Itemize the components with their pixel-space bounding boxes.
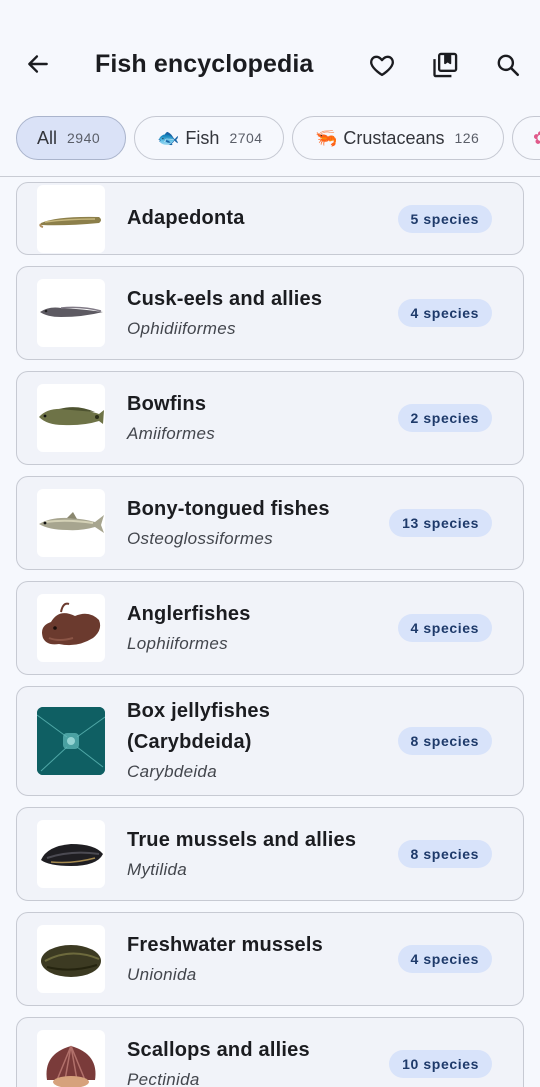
group-name: Scallops and allies [127, 1039, 310, 1061]
scientific-name: Unionida [127, 965, 197, 984]
group-name: Bony-tongued fishes [127, 498, 330, 520]
chip-count: 126 [454, 130, 480, 146]
scientific-name: Pectinida [127, 1070, 200, 1087]
scientific-name: Mytilida [127, 860, 188, 879]
chip-more[interactable]: ✿ [512, 116, 540, 160]
list-item[interactable]: Bowfins Amiiformes 2 species [16, 371, 524, 465]
scientific-name: Carybdeida [127, 762, 217, 781]
heart-icon [370, 55, 394, 77]
list-item[interactable]: Scallops and allies Pectinida 10 species [16, 1017, 524, 1087]
species-count-badge: 8 species [397, 840, 492, 868]
fish-icon: 🐟 [157, 127, 180, 148]
chip-label: Crustaceans [343, 127, 445, 148]
chip-fish[interactable]: 🐟 Fish 2704 [134, 116, 284, 160]
anglerfish-image [37, 594, 105, 662]
freshwater-mussel-image [37, 925, 105, 993]
top-app-bar: Fish encyclopedia [0, 0, 540, 112]
group-name-line1: Box jellyfishes [127, 700, 271, 722]
group-list[interactable]: Adapedonta 5 species Cusk-eels and allie… [0, 177, 540, 1087]
list-item[interactable]: True mussels and allies Mytilida 8 speci… [16, 807, 524, 901]
mussel-image [37, 820, 105, 888]
group-name: Adapedonta [127, 207, 245, 229]
arrow-left-icon [28, 55, 48, 73]
scientific-name: Osteoglossiformes [127, 529, 273, 548]
species-count-badge: 2 species [397, 404, 492, 432]
species-count-badge: 8 species [397, 727, 492, 755]
chip-label: All [37, 127, 58, 148]
group-name-line2: (Carybdeida) [127, 731, 252, 753]
next-category-icon: ✿ [533, 128, 540, 149]
species-count-badge: 10 species [389, 1050, 492, 1078]
species-count-badge: 13 species [389, 509, 492, 537]
group-name: Cusk-eels and allies [127, 288, 323, 310]
box-jellyfish-image [37, 707, 105, 775]
species-count-badge: 4 species [397, 299, 492, 327]
razor-clam-image [37, 185, 105, 253]
page-title: Fish encyclopedia [95, 50, 314, 78]
bowfin-image [37, 384, 105, 452]
species-count-badge: 4 species [397, 945, 492, 973]
filter-chips: All 2940 🐟 Fish 2704 🦐 Crustaceans 126 ✿ [0, 116, 540, 162]
chip-crustaceans[interactable]: 🦐 Crustaceans 126 [292, 116, 504, 160]
list-item[interactable]: Box jellyfishes (Carybdeida) Carybdeida … [16, 686, 524, 796]
scientific-name: Amiiformes [127, 424, 216, 443]
species-count-badge: 4 species [397, 614, 492, 642]
search-button[interactable] [489, 46, 527, 84]
chip-label: Fish [185, 127, 220, 148]
scallop-image [37, 1030, 105, 1087]
collections-button[interactable] [426, 46, 464, 84]
group-name: Freshwater mussels [127, 934, 323, 956]
chip-count: 2704 [229, 130, 263, 146]
chip-count: 2940 [67, 130, 101, 146]
list-item[interactable]: Anglerfishes Lophiiformes 4 species [16, 581, 524, 675]
cusk-eel-image [37, 279, 105, 347]
scientific-name: Ophidiiformes [127, 319, 236, 338]
back-button[interactable] [20, 46, 56, 82]
favorites-button[interactable] [363, 46, 401, 84]
chip-all[interactable]: All 2940 [16, 116, 126, 160]
list-item[interactable]: Freshwater mussels Unionida 4 species [16, 912, 524, 1006]
list-item[interactable]: Adapedonta 5 species [16, 182, 524, 255]
group-name: Anglerfishes [127, 603, 251, 625]
group-name: True mussels and allies [127, 829, 357, 851]
bookmarks-icon [433, 52, 458, 78]
scientific-name: Lophiiformes [127, 634, 228, 653]
group-name: Bowfins [127, 393, 207, 415]
shrimp-icon: 🦐 [315, 127, 338, 148]
list-item[interactable]: Bony-tongued fishes Osteoglossiformes 13… [16, 476, 524, 570]
species-count-badge: 5 species [397, 205, 492, 233]
bony-tongue-image [37, 489, 105, 557]
list-item[interactable]: Cusk-eels and allies Ophidiiformes 4 spe… [16, 266, 524, 360]
search-icon [497, 54, 520, 77]
